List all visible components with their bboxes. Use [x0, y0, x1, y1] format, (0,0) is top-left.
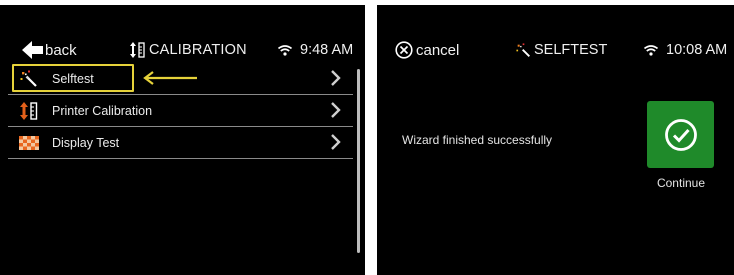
back-arrow-icon [22, 41, 43, 59]
chevron-right-icon [331, 102, 341, 118]
header-bar: cancel SELFTEST 10:08 AM [377, 37, 734, 63]
wizard-message: Wizard finished successfully [402, 133, 553, 147]
screen-title: SELFTEST [516, 37, 607, 63]
chevron-right-icon [331, 70, 341, 86]
wifi-icon [644, 44, 658, 56]
scrollbar[interactable] [357, 69, 360, 253]
screen-title: CALIBRATION [130, 37, 247, 63]
back-button[interactable]: back [22, 37, 77, 63]
selftest-screen: cancel SELFTEST 10:08 AM Wizard finished… [377, 5, 734, 275]
clock: 9:48 AM [300, 42, 354, 58]
calibration-title-icon [130, 42, 145, 58]
checkmark-circle-icon [664, 118, 697, 151]
selftest-highlight-box [12, 64, 134, 92]
continue-button[interactable] [647, 101, 714, 168]
cancel-circle-icon [395, 41, 413, 59]
menu-item-display-test[interactable]: Display Test [8, 127, 353, 159]
chevron-right-icon [331, 134, 341, 150]
menu-item-printer-calibration[interactable]: Printer Calibration [8, 95, 353, 127]
checkerboard-icon [16, 132, 42, 154]
wifi-icon [278, 44, 292, 56]
magic-wand-icon [516, 42, 530, 57]
clock: 10:08 AM [666, 42, 728, 58]
continue-label: Continue [656, 176, 706, 190]
calibration-icon [16, 100, 42, 122]
menu-item-label: Display Test [52, 135, 120, 150]
screen-title-text: CALIBRATION [149, 42, 247, 58]
annotation-arrow-icon [143, 71, 197, 85]
back-label: back [45, 41, 77, 59]
status-area: 9:48 AM [278, 37, 353, 63]
screen-title-text: SELFTEST [534, 42, 608, 58]
header-bar: back CALIBRATION 9:48 AM [0, 37, 365, 63]
menu-item-label: Printer Calibration [52, 103, 153, 118]
cancel-label: cancel [416, 41, 460, 59]
cancel-button[interactable]: cancel [395, 37, 459, 63]
calibration-screen: back CALIBRATION 9:48 AM Selftest Printe… [0, 5, 365, 275]
status-area: 10:08 AM [644, 37, 727, 63]
